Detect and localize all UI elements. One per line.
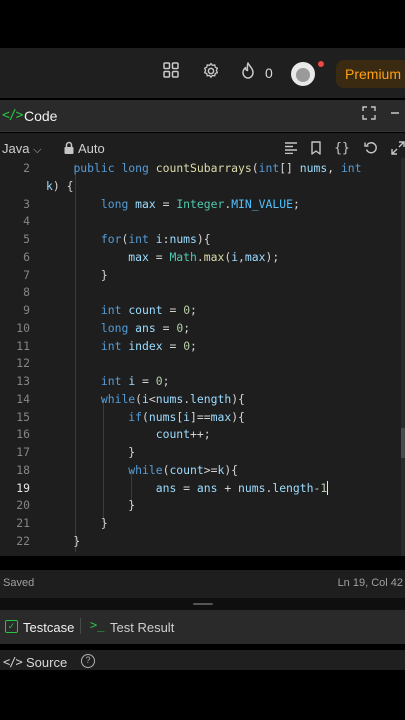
code-line[interactable]: long max = Integer.MIN_VALUE; xyxy=(46,195,300,213)
language-selector[interactable]: Java ⌵ xyxy=(2,141,41,157)
code-line[interactable]: count++; xyxy=(46,425,211,443)
editor-scrollbar[interactable] xyxy=(401,158,405,556)
terminal-icon: >_ xyxy=(90,618,105,632)
editor-scroll-thumb[interactable] xyxy=(401,428,405,458)
code-line[interactable]: int count = 0; xyxy=(46,301,197,319)
line-number: 21 xyxy=(16,516,30,530)
code-line[interactable]: max = Math.max(i,max); xyxy=(46,248,279,266)
line-number: 12 xyxy=(16,356,30,371)
line-number: 6 xyxy=(23,249,30,264)
user-avatar[interactable] xyxy=(291,62,315,86)
code-panel-title: Code xyxy=(24,108,58,124)
line-number: 13 xyxy=(16,374,30,388)
reset-icon[interactable] xyxy=(362,139,380,157)
code-line[interactable]: if(nums[i]==max){ xyxy=(46,408,245,426)
checkbox-icon: ✓ xyxy=(5,620,18,633)
more-options-icon[interactable] xyxy=(390,106,405,126)
code-line[interactable]: k) { xyxy=(46,177,73,195)
code-line[interactable]: while(count>=k){ xyxy=(46,461,238,479)
line-number: 11 xyxy=(16,338,30,353)
fire-streak-icon[interactable] xyxy=(241,62,261,84)
code-line[interactable]: } xyxy=(46,496,135,514)
streak-count: 0 xyxy=(265,65,273,81)
line-number: 8 xyxy=(23,285,30,300)
code-brackets-icon: </> xyxy=(2,108,24,123)
language-label: Java xyxy=(2,141,30,156)
code-editor[interactable]: 2 public long countSubarrays(int[] nums,… xyxy=(0,158,405,556)
premium-button[interactable]: Premium xyxy=(336,60,405,88)
code-line[interactable]: int i = 0; xyxy=(46,372,170,390)
text-cursor xyxy=(327,481,329,495)
code-line[interactable]: } xyxy=(46,443,135,461)
code-line[interactable]: } xyxy=(46,532,80,550)
line-number: 19 xyxy=(16,480,30,495)
code-line[interactable]: public long countSubarrays(int[] nums, i… xyxy=(46,159,361,177)
line-number: 22 xyxy=(16,533,30,548)
line-number: 10 xyxy=(16,320,30,335)
tab-test-result[interactable]: Test Result xyxy=(110,620,174,635)
tab-separator xyxy=(80,618,81,634)
line-number: 14 xyxy=(16,391,30,406)
code-line[interactable]: } xyxy=(46,266,108,284)
code-line[interactable]: for(int i:nums){ xyxy=(46,230,211,248)
chevron-down-icon: ⌵ xyxy=(33,144,42,156)
line-number: 3 xyxy=(23,196,30,211)
bookmark-icon[interactable] xyxy=(307,139,325,157)
lock-icon xyxy=(60,139,78,157)
line-number: 4 xyxy=(23,214,30,229)
tab-testcase[interactable]: Testcase xyxy=(23,620,74,635)
saved-status: Saved xyxy=(3,577,35,589)
code-line[interactable]: } xyxy=(46,514,108,532)
source-code-icon: </> xyxy=(3,655,23,669)
code-line[interactable]: ans = ans + nums.length-1 xyxy=(46,479,329,497)
line-number: 15 xyxy=(16,409,30,424)
notification-dot-icon xyxy=(318,61,324,67)
line-number: 9 xyxy=(23,303,30,317)
resize-grip-icon[interactable] xyxy=(193,603,213,605)
cursor-position: Ln 19, Col 42 xyxy=(337,577,403,589)
line-number xyxy=(0,177,30,195)
auto-mode-label[interactable]: Auto xyxy=(78,141,105,156)
code-line[interactable]: while(i<nums.length){ xyxy=(46,390,245,408)
code-line[interactable]: int index = 0; xyxy=(46,337,197,355)
format-code-icon[interactable] xyxy=(282,139,300,157)
layout-grid-icon[interactable] xyxy=(163,62,185,84)
source-label[interactable]: Source xyxy=(26,655,67,670)
avatar-face xyxy=(296,68,310,82)
braces-icon[interactable]: {} xyxy=(333,139,351,157)
line-number: 20 xyxy=(16,498,30,513)
line-number: 17 xyxy=(16,445,30,459)
maximize-icon[interactable] xyxy=(362,106,382,126)
line-number: 18 xyxy=(16,462,30,477)
code-panel-header xyxy=(0,100,405,132)
expand-arrows-icon[interactable] xyxy=(389,139,405,157)
help-icon[interactable]: ? xyxy=(81,654,95,668)
settings-gear-icon[interactable] xyxy=(202,62,224,84)
code-line[interactable]: long ans = 0; xyxy=(46,319,190,337)
line-number: 16 xyxy=(16,427,30,442)
line-number: 7 xyxy=(23,267,30,282)
line-number: 5 xyxy=(23,232,30,246)
line-number: 2 xyxy=(23,161,30,175)
